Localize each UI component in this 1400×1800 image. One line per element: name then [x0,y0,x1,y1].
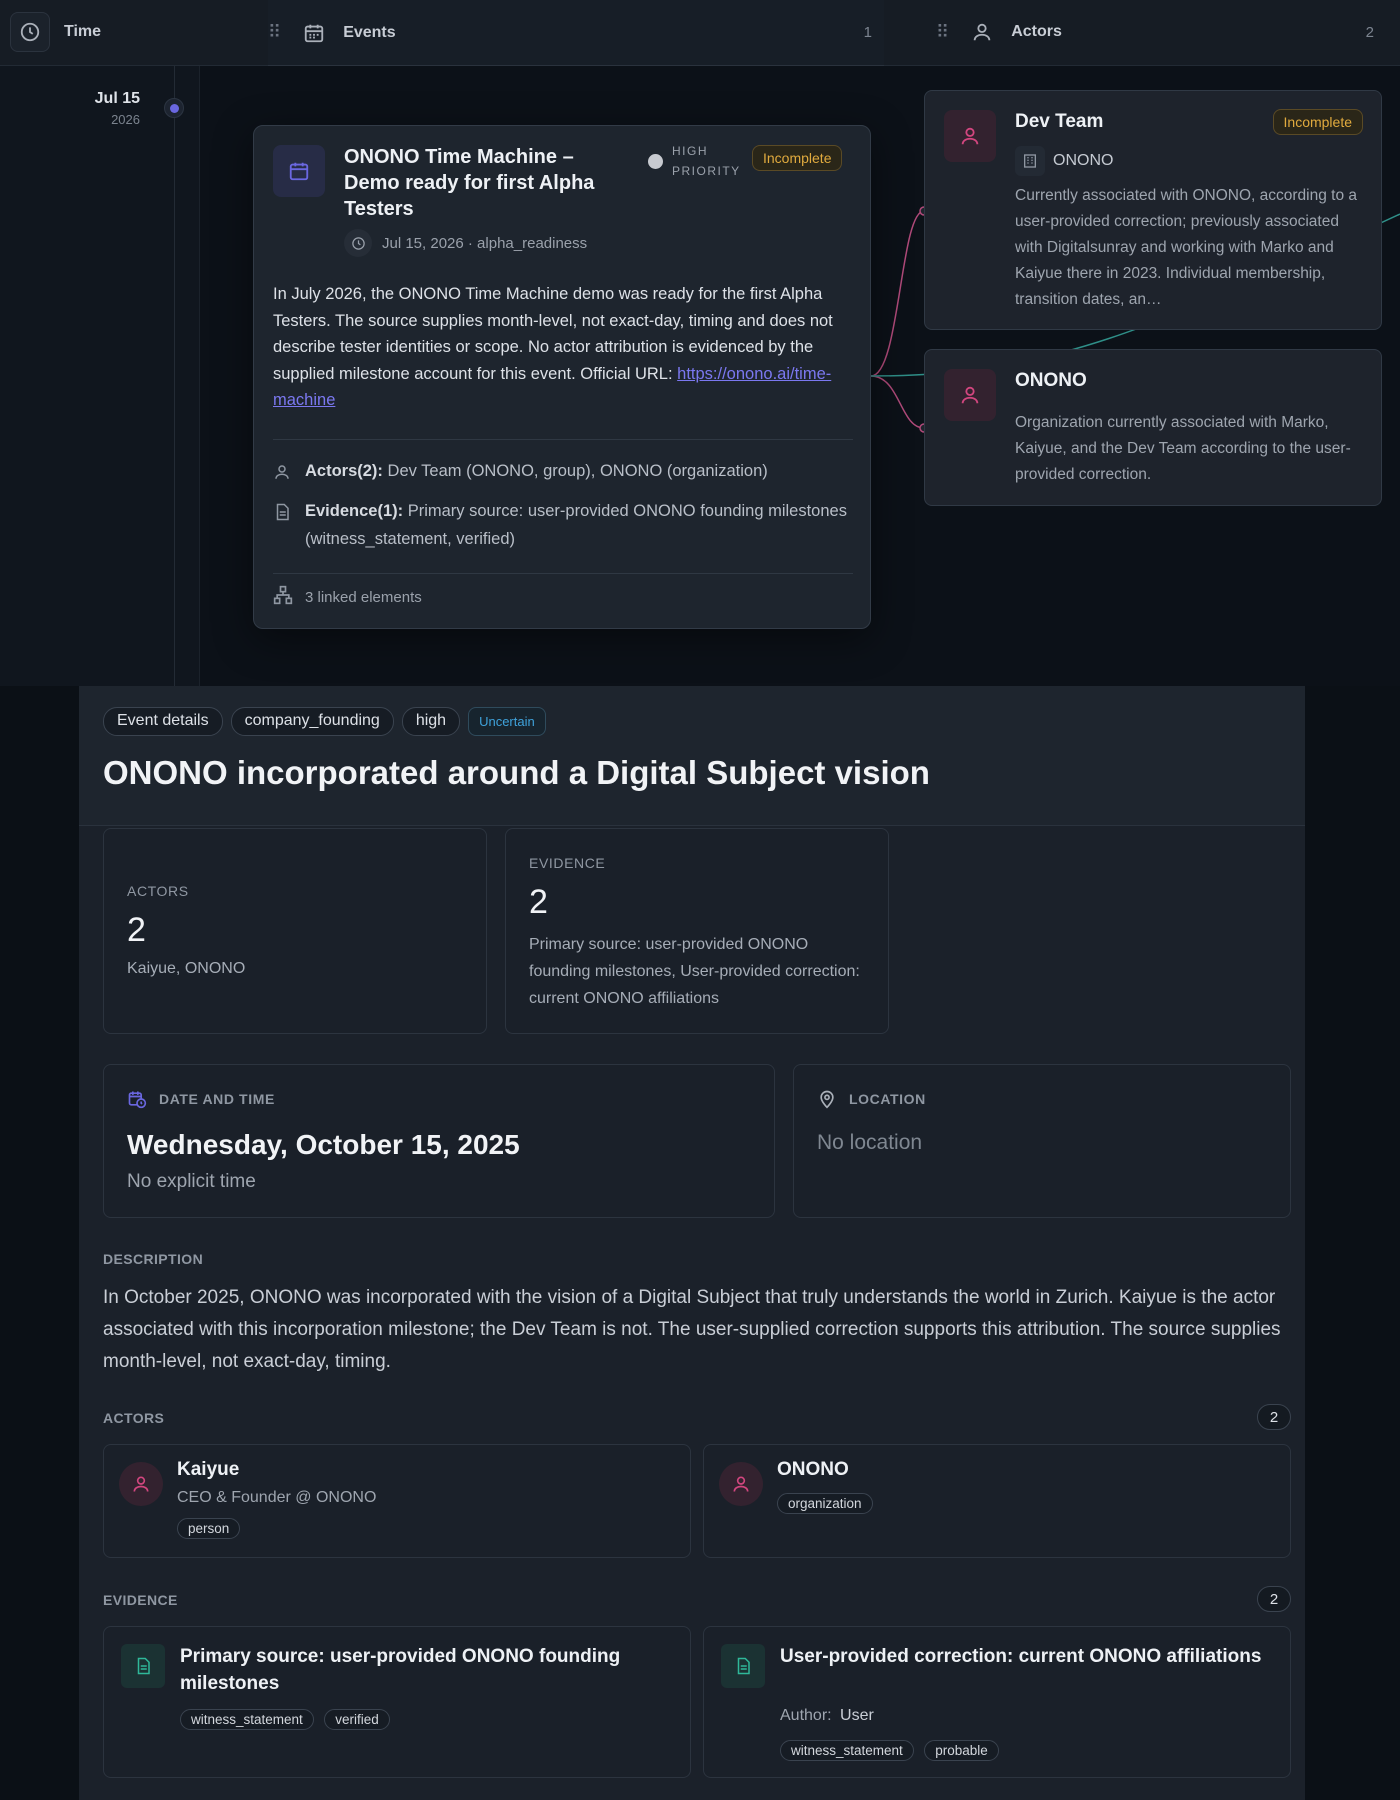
evidence-summary-count: 2 [529,883,548,921]
evidence-item-founding-milestones[interactable]: Primary source: user-provided ONONO foun… [103,1626,691,1778]
tag-witness-statement: witness_statement [780,1740,914,1761]
actors-summary-names: Kaiyue, ONONO [127,960,246,977]
detail-title: ONONO incorporated around a Digital Subj… [103,754,930,791]
evidence-section-count: 2 [1257,1586,1291,1612]
chip-certainty[interactable]: Uncertain [468,707,546,736]
overlay-right [1305,686,1400,1800]
actor-description: Currently associated with ONONO, accordi… [1015,187,1357,308]
evidence-item-current-affiliations[interactable]: User-provided correction: current ONONO … [703,1626,1291,1778]
description-label: DESCRIPTION [103,1251,204,1267]
linked-elements-label: 3 linked elements [305,588,422,606]
location-card: LOCATION No location [793,1064,1291,1218]
priority-dot-icon [648,153,663,169]
evidence-summary-card: EVIDENCE 2 Primary source: user-provided… [505,828,889,1034]
actor-item-name: ONONO [777,1459,849,1480]
actor-item-tags: person [177,1518,246,1539]
actors-section-label: ACTORS [103,1410,165,1426]
tag-verified: verified [324,1709,390,1730]
time-value: No explicit time [127,1171,256,1192]
event-card[interactable]: ONONO Time Machine – Demo ready for firs… [253,125,871,629]
calendar-icon [273,145,325,197]
priority-label: HIGH PRIORITY [672,144,741,178]
priority-indicator: HIGH PRIORITY [648,141,752,181]
actors-summary-card: ACTORS 2 Kaiyue, ONONO [103,828,487,1034]
divider [273,439,853,440]
location-label: LOCATION [849,1091,926,1107]
actor-item-name: Kaiyue [177,1459,240,1480]
date-time-label: DATE AND TIME [159,1091,275,1107]
actors-row-label: Actors(2): [305,462,383,480]
evidence-row-label: Evidence(1): [305,502,404,520]
evidence-summary-label: EVIDENCE [529,855,606,871]
description-text: In October 2025, ONONO was incorporated … [103,1287,1281,1372]
actor-item-tags: organization [777,1493,879,1514]
actors-row-value: Dev Team (ONONO, group), ONONO (organiza… [382,462,768,480]
chip-priority[interactable]: high [401,707,461,736]
linked-elements[interactable]: 3 linked elements [273,585,422,609]
tag-person: person [177,1518,241,1539]
building-icon [1015,146,1045,176]
evidence-section-label: EVIDENCE [103,1592,178,1608]
actor-name: Dev Team [1015,111,1104,132]
actor-item-kaiyue[interactable]: Kaiyue CEO & Founder @ ONONO person [103,1444,691,1558]
map-pin-icon [817,1089,837,1109]
event-title: ONONO Time Machine – Demo ready for firs… [344,146,595,220]
evidence-item-tags: witness_statement probable [780,1740,1005,1761]
detail-header: Event details company_founding high Unce… [79,686,1305,826]
actors-section-count: 2 [1257,1404,1291,1430]
network-icon [273,585,305,609]
tag-organization: organization [777,1493,873,1514]
event-evidence-row: Evidence(1): Primary source: user-provid… [273,497,853,553]
status-badge: Incomplete [752,145,843,171]
actor-name: ONONO [1015,370,1087,391]
status-badge: Incomplete [1272,109,1363,135]
event-actors-row: Actors(2): Dev Team (ONONO, group), ONON… [273,457,853,490]
overlay-left [0,686,79,1800]
tag-witness-statement: witness_statement [180,1709,314,1730]
location-value: No location [817,1131,923,1154]
event-date-category: Jul 15, 2026 · alpha_readiness [382,234,588,252]
actor-description: Organization currently associated with M… [1015,414,1351,483]
evidence-item-tags: witness_statement verified [180,1709,396,1730]
actor-org-name: ONONO [1053,152,1114,169]
date-time-card: DATE AND TIME Wednesday, October 15, 202… [103,1064,775,1218]
divider [273,573,853,574]
chip-event-details[interactable]: Event details [103,707,223,736]
actors-summary-label: ACTORS [127,883,189,899]
event-detail-panel: Event details company_founding high Unce… [79,686,1305,1800]
event-meta: Jul 15, 2026 · alpha_readiness [344,229,587,257]
document-icon [121,1644,165,1688]
actor-organization: ONONO [1015,146,1113,176]
clock-icon [344,229,372,257]
tag-probable: probable [924,1740,999,1761]
evidence-item-title: Primary source: user-provided ONONO foun… [180,1646,621,1694]
detail-chips: Event details company_founding high Unce… [103,707,546,736]
location-header: LOCATION [817,1089,926,1109]
document-icon [273,497,305,553]
date-value: Wednesday, October 15, 2025 [127,1129,520,1160]
evidence-item-author: Author: User [780,1707,874,1725]
actor-card-onono[interactable]: ONONO Organization currently associated … [924,349,1382,506]
person-icon [944,369,996,421]
document-icon [721,1644,765,1688]
person-icon [119,1462,163,1506]
author-label: Author: [780,1707,832,1724]
person-icon [719,1462,763,1506]
evidence-summary-text: Primary source: user-provided ONONO foun… [529,936,860,1007]
user-icon [273,457,305,490]
actors-summary-count: 2 [127,911,146,949]
actor-card-dev-team[interactable]: Dev Team Incomplete ONONO Currently asso… [924,90,1382,330]
author-value: User [840,1707,874,1724]
calendar-clock-icon [127,1089,147,1109]
chip-category[interactable]: company_founding [230,707,394,736]
actor-item-onono[interactable]: ONONO organization [703,1444,1291,1558]
actor-item-role: CEO & Founder @ ONONO [177,1489,377,1506]
date-time-header: DATE AND TIME [127,1089,275,1109]
event-description: In July 2026, the ONONO Time Machine dem… [273,281,853,414]
evidence-item-title: User-provided correction: current ONONO … [780,1646,1262,1667]
person-icon [944,110,996,162]
